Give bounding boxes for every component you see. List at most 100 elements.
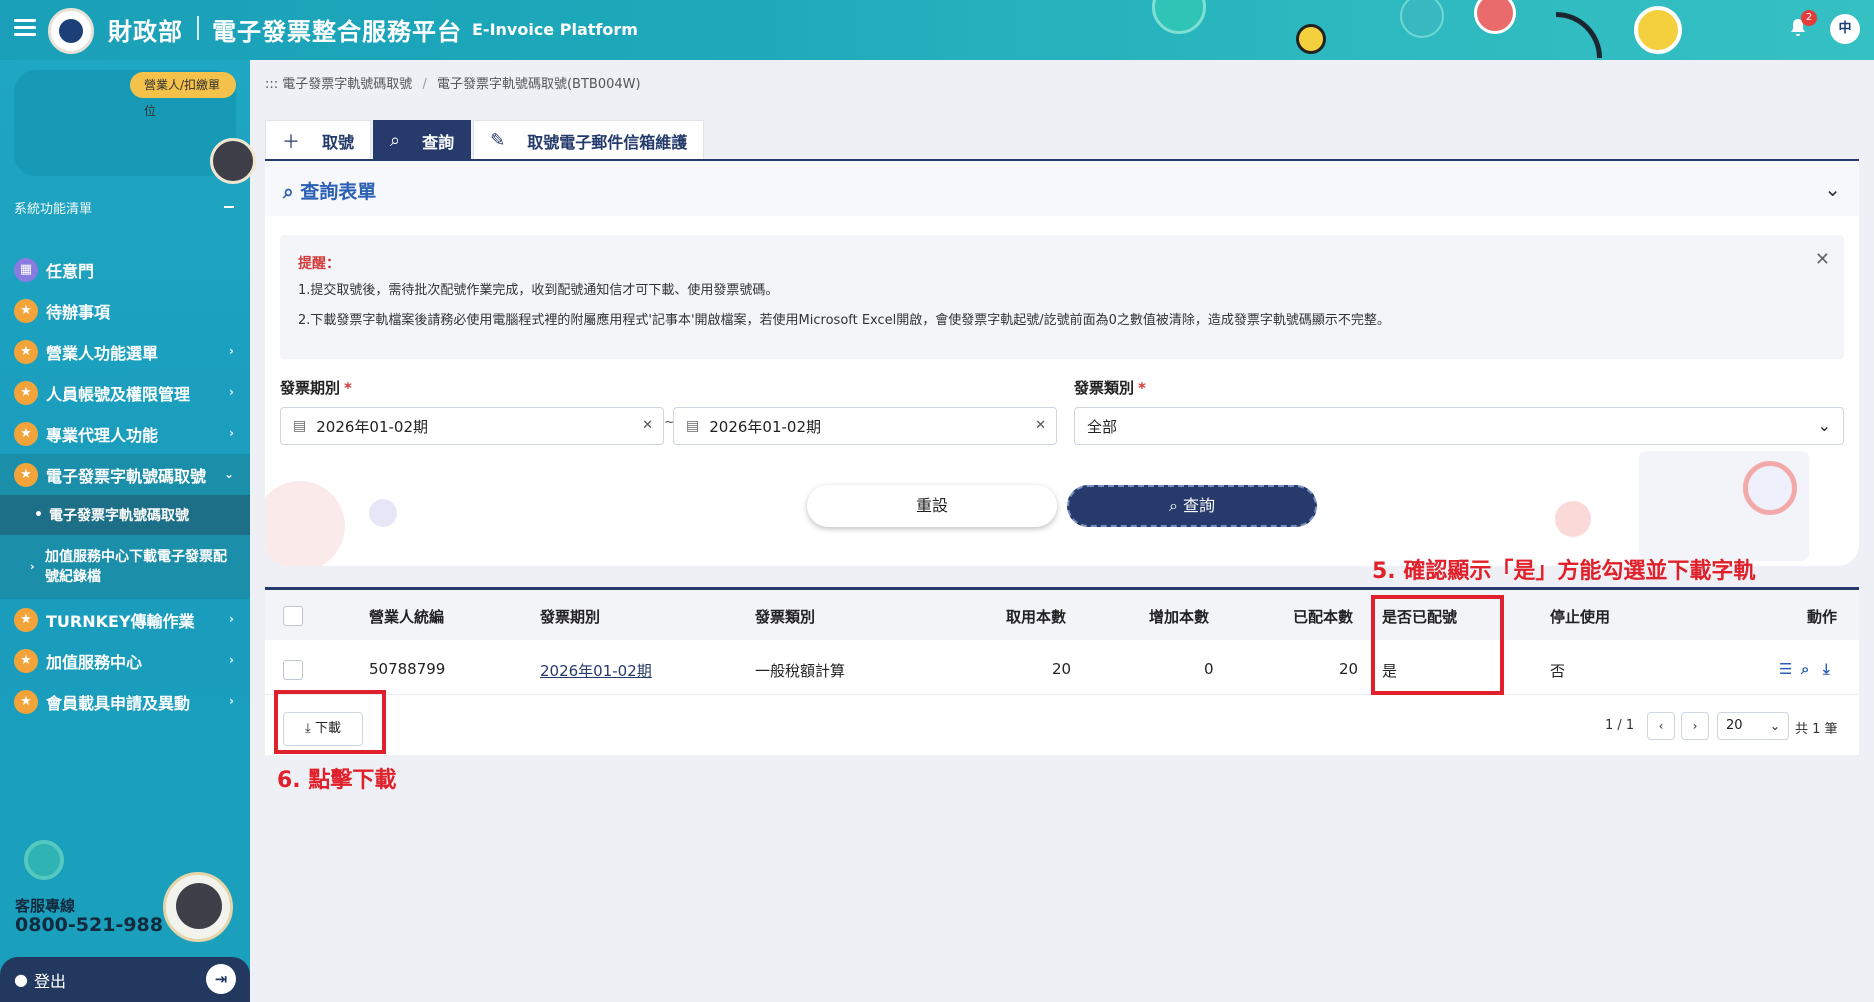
list-icon[interactable]: ☰ (1779, 660, 1792, 678)
sidebar-item-label: 電子發票字軌號碼取號 (46, 466, 207, 486)
tab-apply[interactable]: ＋ 取號 (265, 120, 372, 160)
invoice-type-select[interactable]: 全部 ⌄ (1074, 407, 1844, 445)
cell-ban: 50788799 (369, 660, 446, 678)
decor-circle (1555, 501, 1591, 537)
map-icon: ▦ (14, 257, 38, 282)
tab-query[interactable]: ⌕ 查詢 (373, 120, 472, 160)
sidebar-item-agent[interactable]: ★ 專業代理人功能 › (0, 413, 250, 454)
chevron-down-icon[interactable]: ⌄ (1824, 177, 1841, 201)
query-button-label: 查詢 (1183, 496, 1216, 515)
top-header: 財政部 電子發票整合服務平台 E-Invoice Platform 2 中 (0, 0, 1874, 60)
sidebar-item-invoice-numbers[interactable]: ★ 電子發票字軌號碼取號 ⌄ (0, 454, 250, 495)
sidebar-subitem-label: 電子發票字軌號碼取號 (48, 508, 189, 524)
clear-icon[interactable]: ✕ (642, 418, 653, 433)
download-icon[interactable]: ⤓ (1823, 660, 1830, 678)
sidebar-item-turnkey[interactable]: ★ TURNKEY傳輸作業 › (0, 599, 250, 640)
star-icon: ★ (14, 462, 38, 487)
plus-icon: ＋ (282, 131, 300, 153)
results-panel: 營業人統編 發票期別 發票類別 取用本數 增加本數 已配本數 是否已配號 停止使… (265, 587, 1859, 755)
notice-line-1: 1.提交取號後，需待批次配號作業完成，收到配號通知信才可下載、使用發票號碼。 (298, 283, 779, 298)
col-header-ban: 營業人統編 (369, 608, 445, 626)
sidebar-item-value-added[interactable]: ★ 加值服務中心 › (0, 640, 250, 681)
sidebar-item-label: 任意門 (46, 261, 95, 281)
star-icon: ★ (14, 648, 38, 673)
col-header-actions: 動作 (1807, 608, 1838, 626)
sidebar-subitem-invoice-numbers[interactable]: • 電子發票字軌號碼取號 (0, 495, 250, 535)
prev-page-button[interactable]: ‹ (1647, 712, 1675, 740)
page-size-select[interactable]: 20 ⌄ (1717, 712, 1789, 740)
sidebar-item-todo[interactable]: ★ 待辦事項 (0, 290, 250, 331)
logout-bar[interactable]: ● 登出 ⇥ (0, 957, 250, 1002)
chevron-right-icon: › (229, 694, 234, 708)
star-icon: ★ (14, 298, 38, 323)
sidebar-subitem-label: 號紀錄檔 (45, 569, 101, 585)
next-page-button[interactable]: › (1681, 712, 1709, 740)
annotation-box-is-assigned (1371, 595, 1504, 695)
language-switch[interactable]: 中 (1830, 14, 1860, 44)
tab-label: 查詢 (422, 132, 455, 152)
search-icon[interactable]: ⌕ (1801, 660, 1809, 678)
star-icon: ★ (14, 380, 38, 405)
period-from-value: 2026年01-02期 (316, 417, 428, 436)
chevron-right-icon: › (229, 653, 234, 667)
chevron-down-icon: ⌄ (1769, 719, 1780, 733)
required-mark: * (344, 379, 352, 397)
collapse-menu-icon[interactable] (224, 206, 234, 208)
mascot-image (210, 138, 256, 184)
calendar-icon: ▤ (293, 418, 307, 434)
close-icon[interactable]: ✕ (1815, 249, 1830, 270)
cell-period-link[interactable]: 2026年01-02期 (540, 660, 652, 681)
invoice-type-value: 全部 (1087, 417, 1118, 436)
query-panel: ⌕ 查詢表單 ⌄ 提醒： 1.提交取號後，需待批次配號作業完成，收到配號通知信才… (265, 161, 1859, 566)
decor-coin (1634, 6, 1682, 54)
select-all-checkbox[interactable] (283, 606, 303, 626)
user-icon: ● (14, 970, 28, 989)
chevron-right-icon: › (229, 344, 234, 358)
role-card: 營業人/扣繳單位 (14, 70, 256, 184)
logout-icon[interactable]: ⇥ (206, 964, 236, 994)
breadcrumb-parent[interactable]: 電子發票字軌號碼取號 (282, 77, 412, 92)
chevron-right-icon: › (229, 612, 234, 626)
decor-circle (1152, 0, 1206, 34)
decor-tag (1474, 0, 1516, 34)
tab-email-maintenance[interactable]: ✎ 取號電子郵件信箱維護 (473, 120, 705, 160)
decor-wifi (1556, 12, 1602, 58)
period-to-input[interactable]: ▤ 2026年01-02期 ✕ (673, 407, 1057, 445)
period-from-input[interactable]: ▤ 2026年01-02期 ✕ (280, 407, 664, 445)
edit-icon: ✎ (490, 130, 506, 151)
sidebar-subitem-download-records[interactable]: › 加值服務中心下載電子發票配 號紀錄檔 (0, 535, 250, 599)
breadcrumb-prefix: ::: (265, 77, 279, 92)
clear-icon[interactable]: ✕ (1035, 418, 1046, 433)
row-checkbox[interactable] (283, 660, 303, 680)
decor-coin (1296, 24, 1326, 54)
page-info: 1 / 1 (1605, 718, 1635, 733)
page-size-value: 20 (1726, 718, 1743, 733)
chevron-down-icon: ⌄ (223, 467, 234, 481)
col-header-period: 發票期別 (540, 608, 601, 626)
required-mark: * (1138, 379, 1146, 397)
sidebar-item-portal[interactable]: ▦ 任意門 (0, 249, 250, 290)
star-icon: ★ (14, 421, 38, 446)
sidebar-item-member-carrier[interactable]: ★ 會員載具申請及異動 › (0, 681, 250, 722)
query-button[interactable]: ⌕ 查詢 (1067, 485, 1317, 527)
sidebar-item-accounts[interactable]: ★ 人員帳號及權限管理 › (0, 372, 250, 413)
col-header-added: 增加本數 (1149, 608, 1210, 626)
hamburger-menu-icon[interactable] (14, 19, 36, 37)
chevron-right-icon: › (229, 426, 234, 440)
role-tag: 營業人/扣繳單位 (130, 72, 236, 118)
menu-title: 系統功能清單 (14, 202, 93, 217)
reset-button[interactable]: 重設 (807, 485, 1057, 527)
calendar-icon: ▤ (686, 418, 700, 434)
ministry-name: 財政部 (108, 18, 183, 46)
sidebar-item-label: 會員載具申請及異動 (46, 693, 191, 713)
header-divider (197, 16, 199, 40)
period-label: 發票期別 * (280, 377, 352, 398)
query-panel-header[interactable]: ⌕ 查詢表單 ⌄ (265, 161, 1859, 216)
sidebar-item-business-menu[interactable]: ★ 營業人功能選單 › (0, 331, 250, 372)
ministry-logo[interactable] (48, 8, 94, 54)
col-header-used: 取用本數 (1006, 608, 1067, 626)
sidebar-item-label: 人員帳號及權限管理 (46, 384, 191, 404)
tab-label: 取號電子郵件信箱維護 (527, 132, 688, 152)
star-icon: ★ (14, 607, 38, 632)
breadcrumb-current: 電子發票字軌號碼取號(BTB004W) (436, 77, 641, 92)
